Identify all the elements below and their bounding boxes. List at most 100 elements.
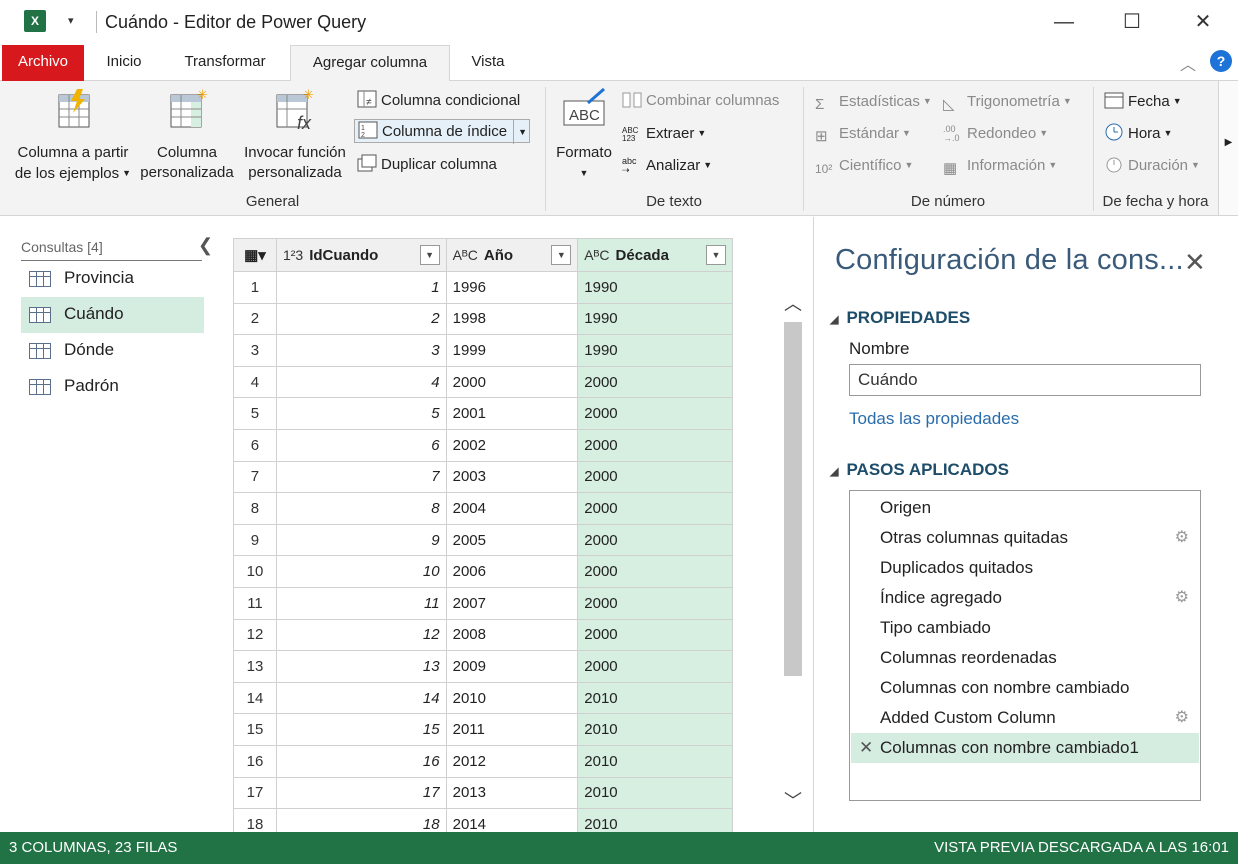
table-menu-button[interactable]: ▦▾ xyxy=(233,238,277,272)
cell-ano[interactable]: 2006 xyxy=(445,555,579,588)
cell-decada[interactable]: 2010 xyxy=(577,744,733,778)
cell-decada[interactable]: 2000 xyxy=(577,397,733,430)
row-number[interactable]: 10 xyxy=(233,555,277,588)
extract-button[interactable]: ABC 123 Extraer ▼ xyxy=(622,121,706,145)
row-number[interactable]: 6 xyxy=(233,428,277,462)
row-number[interactable]: 15 xyxy=(233,713,277,746)
parse-button[interactable]: abc ⇢ Analizar ▼ xyxy=(622,153,712,177)
applied-step[interactable]: Columnas reordenadas xyxy=(851,643,1199,673)
minimize-button[interactable]: — xyxy=(1044,8,1084,36)
row-number[interactable]: 4 xyxy=(233,365,277,399)
standard-button[interactable]: ⊞ Estándar ▼ xyxy=(815,121,911,145)
cell-decada[interactable]: 2010 xyxy=(577,713,733,746)
cell-idcuando[interactable]: 7 xyxy=(275,460,447,494)
cell-idcuando[interactable]: 18 xyxy=(275,808,447,832)
gear-icon[interactable]: ⚙ xyxy=(1175,703,1189,733)
close-icon[interactable]: ✕ xyxy=(1184,247,1206,278)
cell-idcuando[interactable]: 1 xyxy=(275,271,447,304)
trigonometry-button[interactable]: ◺ Trigonometría ▼ xyxy=(943,89,1072,113)
date-button[interactable]: Fecha ▼ xyxy=(1104,89,1182,113)
gear-icon[interactable]: ⚙ xyxy=(1175,583,1189,613)
delete-step-icon[interactable]: ✕ xyxy=(859,733,873,763)
cell-decada[interactable]: 1990 xyxy=(577,334,733,367)
cell-idcuando[interactable]: 17 xyxy=(275,776,447,810)
scroll-down-icon[interactable]: ﹀ xyxy=(781,787,805,811)
statistics-button[interactable]: Σ Estadísticas ▼ xyxy=(815,89,932,113)
column-from-examples-button[interactable]: Columna a partir de los ejemplos ▼ xyxy=(10,87,136,184)
help-icon[interactable]: ? xyxy=(1210,50,1232,72)
cell-ano[interactable]: 2008 xyxy=(445,618,579,652)
filter-dropdown-icon[interactable]: ▼ xyxy=(419,245,440,265)
scrollbar-thumb[interactable] xyxy=(784,322,802,676)
column-header-decada[interactable]: AᴮC Década ▼ xyxy=(577,238,733,272)
column-header-idcuando[interactable]: 1²3 IdCuando ▼ xyxy=(275,238,447,272)
applied-step[interactable]: Índice agregado ⚙ xyxy=(851,583,1199,613)
cell-idcuando[interactable]: 3 xyxy=(275,334,447,367)
cell-idcuando[interactable]: 4 xyxy=(275,365,447,399)
cell-ano[interactable]: 2009 xyxy=(445,650,579,683)
cell-idcuando[interactable]: 16 xyxy=(275,744,447,778)
collapse-ribbon-icon[interactable]: ︿ xyxy=(1180,51,1196,75)
applied-step[interactable]: Added Custom Column ⚙ xyxy=(851,703,1199,733)
row-number[interactable]: 3 xyxy=(233,334,277,367)
cell-idcuando[interactable]: 14 xyxy=(275,681,447,715)
index-column-button[interactable]: 1 2 Columna de índice ▼ xyxy=(354,119,531,144)
cell-ano[interactable]: 2003 xyxy=(445,460,579,494)
applied-step[interactable]: Otras columnas quitadas ⚙ xyxy=(851,523,1199,553)
cell-decada[interactable]: 2010 xyxy=(577,776,733,810)
cell-decada[interactable]: 2000 xyxy=(577,428,733,462)
cell-ano[interactable]: 2011 xyxy=(445,713,579,746)
query-name-field[interactable]: Cuándo xyxy=(849,364,1201,396)
invoke-custom-function-button[interactable]: fx ✳ Invocar función personalizada xyxy=(238,87,352,183)
tab-transformar[interactable]: Transformar xyxy=(170,45,280,81)
grid-scrollbar[interactable]: ︿ ﹀ xyxy=(781,290,805,820)
duplicate-column-button[interactable]: Duplicar columna xyxy=(357,153,497,177)
tab-vista[interactable]: Vista xyxy=(460,45,516,81)
time-button[interactable]: Hora ▼ xyxy=(1104,121,1172,145)
row-number[interactable]: 5 xyxy=(233,397,277,430)
cell-decada[interactable]: 2000 xyxy=(577,492,733,525)
cell-decada[interactable]: 2000 xyxy=(577,650,733,683)
cell-ano[interactable]: 2013 xyxy=(445,776,579,810)
format-button[interactable]: ABC Formato ▼ xyxy=(550,87,618,183)
query-item-padron[interactable]: Padrón xyxy=(21,369,204,405)
cell-ano[interactable]: 2001 xyxy=(445,397,579,430)
quick-access-dropdown-icon[interactable]: ▾ xyxy=(68,14,74,27)
row-number[interactable]: 14 xyxy=(233,681,277,715)
query-item-donde[interactable]: Dónde xyxy=(21,333,204,369)
row-number[interactable]: 11 xyxy=(233,586,277,620)
column-header-ano[interactable]: AᴮC Año ▼ xyxy=(445,238,579,272)
cell-ano[interactable]: 2010 xyxy=(445,681,579,715)
applied-step[interactable]: Duplicados quitados xyxy=(851,553,1199,583)
row-number[interactable]: 7 xyxy=(233,460,277,494)
cell-ano[interactable]: 1998 xyxy=(445,302,579,336)
custom-column-button[interactable]: ✳ Columna personalizada xyxy=(138,87,236,183)
filter-dropdown-icon[interactable]: ▼ xyxy=(551,245,572,265)
cell-idcuando[interactable]: 5 xyxy=(275,397,447,430)
cell-decada[interactable]: 2000 xyxy=(577,555,733,588)
cell-ano[interactable]: 2004 xyxy=(445,492,579,525)
index-column-dropdown-icon[interactable]: ▼ xyxy=(513,120,527,144)
cell-decada[interactable]: 2000 xyxy=(577,618,733,652)
tab-inicio[interactable]: Inicio xyxy=(92,45,156,81)
row-number[interactable]: 17 xyxy=(233,776,277,810)
cell-ano[interactable]: 2005 xyxy=(445,523,579,557)
rounding-button[interactable]: .00 →.0 Redondeo ▼ xyxy=(943,121,1048,145)
tab-agregar-columna[interactable]: Agregar columna xyxy=(290,45,450,82)
cell-decada[interactable]: 2010 xyxy=(577,808,733,832)
cell-ano[interactable]: 1996 xyxy=(445,271,579,304)
ribbon-scroll-right-icon[interactable]: ▶ xyxy=(1218,81,1238,215)
applied-step[interactable]: Origen xyxy=(851,493,1199,523)
collapse-pane-icon[interactable]: ❮ xyxy=(198,235,213,256)
information-button[interactable]: ▦ Información ▼ xyxy=(943,153,1057,177)
cell-ano[interactable]: 2012 xyxy=(445,744,579,778)
cell-decada[interactable]: 2000 xyxy=(577,460,733,494)
applied-step[interactable]: Columnas con nombre cambiado xyxy=(851,673,1199,703)
cell-idcuando[interactable]: 2 xyxy=(275,302,447,336)
cell-decada[interactable]: 1990 xyxy=(577,302,733,336)
cell-idcuando[interactable]: 8 xyxy=(275,492,447,525)
cell-ano[interactable]: 2000 xyxy=(445,365,579,399)
cell-ano[interactable]: 2007 xyxy=(445,586,579,620)
row-number[interactable]: 9 xyxy=(233,523,277,557)
cell-idcuando[interactable]: 9 xyxy=(275,523,447,557)
